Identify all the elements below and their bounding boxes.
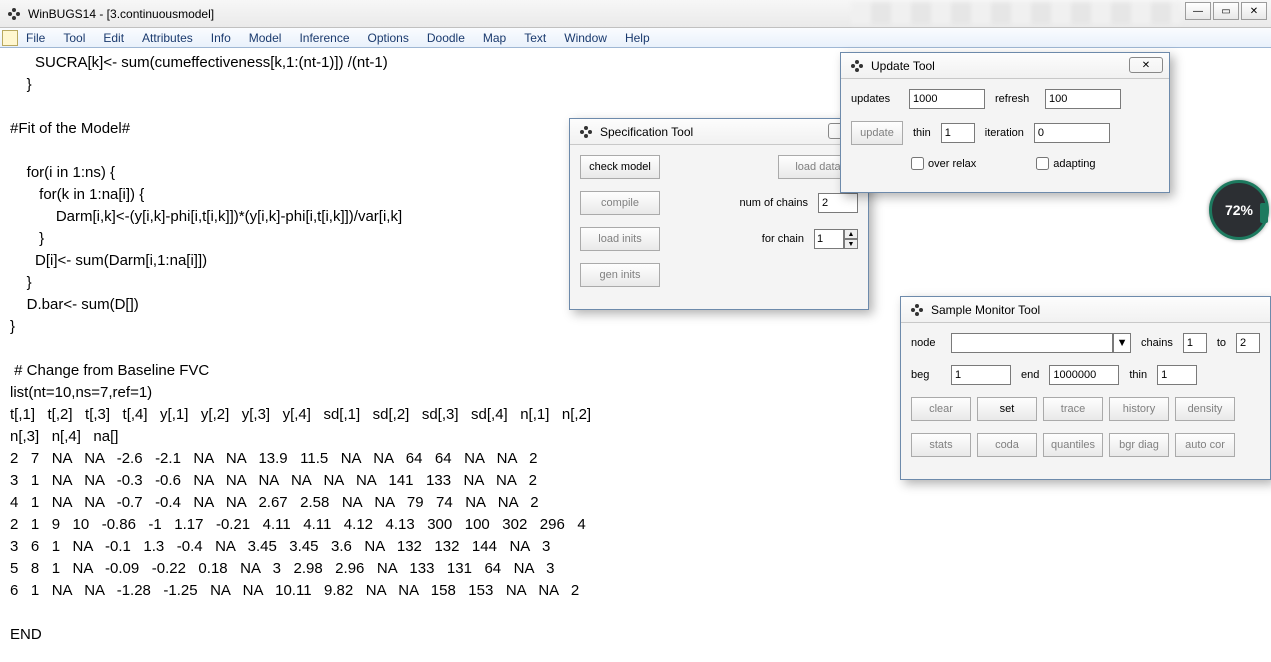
menu-tool[interactable]: Tool — [59, 30, 89, 46]
node-combo-dropdown[interactable]: ▼ — [1113, 333, 1131, 353]
badge-text: 72% — [1225, 202, 1253, 218]
document-icon — [2, 30, 18, 46]
set-button[interactable]: set — [977, 397, 1037, 421]
load-inits-button[interactable]: load inits — [580, 227, 660, 251]
refresh-label: refresh — [995, 93, 1035, 105]
menu-map[interactable]: Map — [479, 30, 510, 46]
chains-to-label: to — [1217, 337, 1226, 349]
chains-label: chains — [1141, 337, 1173, 349]
menu-edit[interactable]: Edit — [99, 30, 128, 46]
stats-button[interactable]: stats — [911, 433, 971, 457]
update-tool-body: updates refresh update thin iteration ov… — [841, 79, 1169, 192]
clear-button[interactable]: clear — [911, 397, 971, 421]
update-close-button[interactable]: ✕ — [1129, 57, 1163, 73]
check-model-button[interactable]: check model — [580, 155, 660, 179]
updates-input[interactable] — [909, 89, 985, 109]
spinner-down[interactable]: ▼ — [844, 239, 858, 249]
chains-to-input[interactable] — [1236, 333, 1260, 353]
menu-attributes[interactable]: Attributes — [138, 30, 197, 46]
update-tool-window[interactable]: Update Tool ✕ updates refresh update thi… — [840, 52, 1170, 193]
over-relax-checkbox[interactable]: over relax — [911, 157, 976, 170]
iteration-label: iteration — [985, 127, 1024, 139]
density-button[interactable]: density — [1175, 397, 1235, 421]
close-button[interactable]: ✕ — [1241, 2, 1267, 20]
iteration-input[interactable] — [1034, 123, 1110, 143]
thin-input[interactable] — [941, 123, 975, 143]
beg-input[interactable] — [951, 365, 1011, 385]
quantiles-button[interactable]: quantiles — [1043, 433, 1103, 457]
bgr-diag-button[interactable]: bgr diag — [1109, 433, 1169, 457]
for-chain-label: for chain — [762, 233, 804, 245]
app-title: WinBUGS14 - [3.continuousmodel] — [28, 7, 214, 21]
menu-bar: File Tool Edit Attributes Info Model Inf… — [0, 28, 1271, 48]
maximize-button[interactable]: ▭ — [1213, 2, 1239, 20]
minimize-button[interactable]: — — [1185, 2, 1211, 20]
app-icon — [6, 6, 22, 22]
menu-inference[interactable]: Inference — [295, 30, 353, 46]
update-tool-titlebar[interactable]: Update Tool ✕ — [841, 53, 1169, 79]
tool-icon — [578, 124, 594, 140]
update-tool-title: Update Tool — [871, 59, 935, 73]
tool-icon — [909, 302, 925, 318]
thin-input[interactable] — [1157, 365, 1197, 385]
node-label: node — [911, 337, 941, 349]
num-chains-input[interactable] — [818, 193, 858, 213]
sample-monitor-window[interactable]: Sample Monitor Tool node ▼ chains to beg… — [900, 296, 1271, 480]
gen-inits-button[interactable]: gen inits — [580, 263, 660, 287]
progress-badge[interactable]: 72% — [1209, 180, 1269, 240]
menu-text[interactable]: Text — [520, 30, 550, 46]
history-button[interactable]: history — [1109, 397, 1169, 421]
menu-file[interactable]: File — [22, 30, 49, 46]
menu-model[interactable]: Model — [245, 30, 286, 46]
compile-button[interactable]: compile — [580, 191, 660, 215]
end-label: end — [1021, 369, 1039, 381]
specification-tool-body: check model load data compile num of cha… — [570, 145, 868, 309]
sample-monitor-titlebar[interactable]: Sample Monitor Tool — [901, 297, 1270, 323]
menu-options[interactable]: Options — [364, 30, 413, 46]
chains-from-input[interactable] — [1183, 333, 1207, 353]
beg-label: beg — [911, 369, 941, 381]
blurred-region — [851, 2, 1181, 24]
menu-window[interactable]: Window — [560, 30, 611, 46]
spinner-up[interactable]: ▲ — [844, 229, 858, 239]
specification-tool-window[interactable]: Specification Tool ✕ check model load da… — [569, 118, 869, 310]
sample-monitor-title: Sample Monitor Tool — [931, 303, 1040, 317]
menu-info[interactable]: Info — [207, 30, 235, 46]
window-controls: — ▭ ✕ — [1185, 2, 1267, 20]
coda-button[interactable]: coda — [977, 433, 1037, 457]
adapting-checkbox[interactable]: adapting — [1036, 157, 1095, 170]
sample-monitor-body: node ▼ chains to beg end thin clear set … — [901, 323, 1270, 479]
for-chain-input[interactable] — [814, 229, 844, 249]
trace-button[interactable]: trace — [1043, 397, 1103, 421]
updates-label: updates — [851, 93, 899, 105]
auto-cor-button[interactable]: auto cor — [1175, 433, 1235, 457]
refresh-input[interactable] — [1045, 89, 1121, 109]
node-combo-input[interactable] — [951, 333, 1113, 353]
thin-label: thin — [913, 127, 931, 139]
tool-icon — [849, 58, 865, 74]
title-bar: WinBUGS14 - [3.continuousmodel] — ▭ ✕ — [0, 0, 1271, 28]
specification-tool-titlebar[interactable]: Specification Tool ✕ — [570, 119, 868, 145]
menu-help[interactable]: Help — [621, 30, 654, 46]
num-chains-label: num of chains — [740, 197, 808, 209]
specification-tool-title: Specification Tool — [600, 125, 693, 139]
end-input[interactable] — [1049, 365, 1119, 385]
for-chain-spinner[interactable]: ▲▼ — [814, 229, 858, 249]
thin-label: thin — [1129, 369, 1147, 381]
menu-doodle[interactable]: Doodle — [423, 30, 469, 46]
update-button[interactable]: update — [851, 121, 903, 145]
